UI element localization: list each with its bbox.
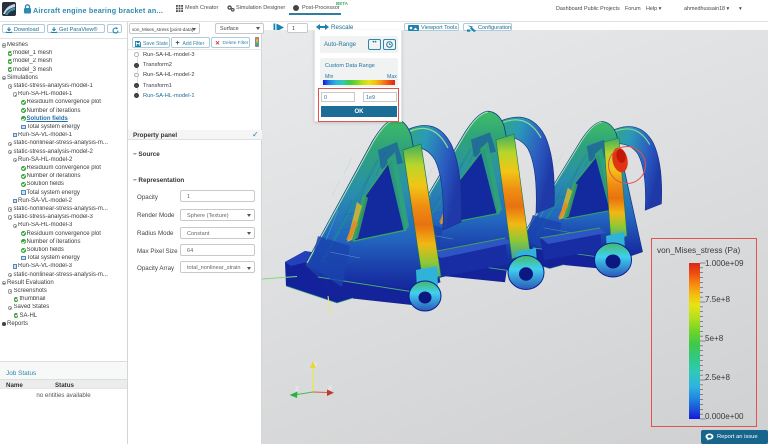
svg-text:Y: Y: [314, 362, 319, 369]
svg-text:Z: Z: [295, 386, 299, 393]
svg-text:X: X: [328, 385, 333, 392]
